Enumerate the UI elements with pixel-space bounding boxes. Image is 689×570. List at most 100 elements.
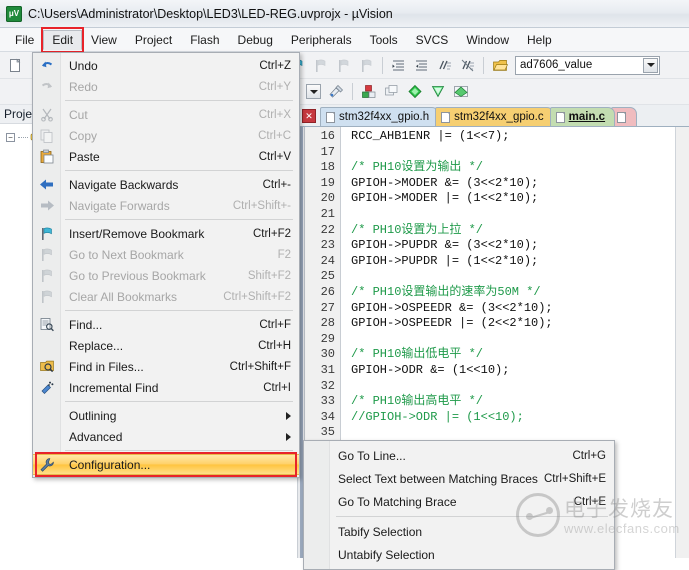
menu-item-label: Go to Previous Bookmark [69,269,206,283]
menu-item-advanced[interactable]: Advanced [33,426,299,447]
menu-item-replace[interactable]: Replace... Ctrl+H [33,335,299,356]
menu-item-cut[interactable]: Cut Ctrl+X [33,104,299,125]
menu-item-label: Redo [69,80,98,94]
advanced-submenu[interactable]: Go To Line... Ctrl+G Select Text between… [303,440,615,570]
line-number: 18 [305,160,335,176]
line-number: 33 [305,394,335,410]
code-line: RCC_AHB1ENR |= (1<<7); [351,129,675,145]
bookmark-next-icon [39,247,55,262]
download-flash-icon[interactable] [450,81,471,102]
menu-svcs[interactable]: SVCS [407,30,458,50]
menu-item-navigate-forwards[interactable]: Navigate Forwards Ctrl+Shift+- [33,195,299,216]
menu-item-shortcut: Ctrl+Shift+F2 [223,291,291,303]
menu-item-shortcut: Ctrl+Shift+F [230,361,291,373]
cut-icon [39,107,55,122]
menu-edit[interactable]: Edit [43,30,82,50]
menu-item-label: Find in Files... [69,360,144,374]
close-icon[interactable]: ✕ [302,109,316,123]
menu-item-label: Advanced [69,430,122,444]
menu-item-shortcut: F2 [278,249,291,261]
menu-item-label: Insert/Remove Bookmark [69,227,204,241]
menu-item-label: Configuration... [69,458,150,472]
menu-item-label: Go to Next Bookmark [69,248,184,262]
submenu-item-select-text-between-matching-braces[interactable]: Select Text between Matching Braces Ctrl… [304,467,614,490]
bookmark-prev-icon [39,268,55,283]
menu-item-label: Replace... [69,339,123,353]
submenu-item-tabify-selection[interactable]: Tabify Selection [304,520,614,543]
translate-file-icon[interactable] [427,81,448,102]
tab-main-c[interactable]: main.c [550,107,615,126]
menu-item-find-in-files[interactable]: Find in Files... Ctrl+Shift+F [33,356,299,377]
indent-icon[interactable] [388,55,409,76]
comment-lines-icon[interactable] [434,55,455,76]
edit-dropdown-menu[interactable]: Undo Ctrl+Z Redo Ctrl+Y Cut Ctrl+X Copy … [32,52,300,478]
build-target-icon[interactable] [358,81,379,102]
bookmark-icon [39,226,55,241]
editor-tabstrip: ✕ stm32f4xx_gpio.h stm32f4xx_gpio.c main… [298,105,689,127]
code-line [351,379,675,395]
tab-label: stm32f4xx_gpio.h [339,111,429,123]
menu-item-copy[interactable]: Copy Ctrl+C [33,125,299,146]
batch-build-icon[interactable] [404,81,425,102]
target-combo[interactable]: ad7606_value [515,56,660,75]
uncomment-lines-icon[interactable] [457,55,478,76]
menu-flash[interactable]: Flash [181,30,228,50]
collapse-toggle-icon[interactable]: − [6,133,15,142]
menu-item-undo[interactable]: Undo Ctrl+Z [33,55,299,76]
menu-window[interactable]: Window [457,30,518,50]
target-options-icon[interactable] [489,55,510,76]
submenu-item-shortcut: Ctrl+Shift+E [544,473,606,485]
line-number: 19 [305,176,335,192]
tab-label: main.c [569,111,605,123]
submenu-item-shortcut: Ctrl+E [574,496,606,508]
menu-item-redo[interactable]: Redo Ctrl+Y [33,76,299,97]
menu-item-go-to-previous-bookmark[interactable]: Go to Previous Bookmark Shift+F2 [33,265,299,286]
manage-components-icon[interactable] [326,81,347,102]
submenu-item-label: Select Text between Matching Braces [338,472,538,486]
menu-separator [65,170,293,171]
menu-item-label: Navigate Forwards [69,199,170,213]
menu-file[interactable]: File [6,30,43,50]
line-number: 26 [305,285,335,301]
menu-project[interactable]: Project [126,30,181,50]
target-combo-value: ad7606_value [520,59,592,71]
dropdown-small-icon[interactable] [303,81,324,102]
menu-item-outlining[interactable]: Outlining [33,405,299,426]
submenu-item-go-to-line[interactable]: Go To Line... Ctrl+G [304,444,614,467]
copy-icon [39,128,55,143]
menu-item-label: Paste [69,150,100,164]
menu-item-shortcut: Ctrl+F2 [253,228,291,240]
outdent-icon[interactable] [411,55,432,76]
find-icon [39,317,55,332]
submenu-item-untabify-selection[interactable]: Untabify Selection [304,543,614,566]
rebuild-all-icon[interactable] [381,81,402,102]
line-number: 32 [305,379,335,395]
menu-item-paste[interactable]: Paste Ctrl+V [33,146,299,167]
menu-item-configuration[interactable]: Configuration... [33,454,299,475]
menu-item-clear-all-bookmarks[interactable]: Clear All Bookmarks Ctrl+Shift+F2 [33,286,299,307]
chevron-down-icon[interactable] [643,58,658,73]
bookmark-prev-icon[interactable] [333,55,354,76]
line-number: 21 [305,207,335,223]
menu-item-shortcut: Shift+F2 [248,270,291,282]
code-line: GPIOH->OSPEEDR |= (2<<2*10); [351,316,675,332]
submenu-item-go-to-matching-brace[interactable]: Go To Matching Brace Ctrl+E [304,490,614,513]
menu-item-insert-remove-bookmark[interactable]: Insert/Remove Bookmark Ctrl+F2 [33,223,299,244]
bookmark-clear-icon[interactable] [356,55,377,76]
bookmark-next-icon[interactable] [310,55,331,76]
tab-stm32f4xx-gpio-c[interactable]: stm32f4xx_gpio.c [435,107,554,126]
menu-debug[interactable]: Debug [229,30,282,50]
menu-tools[interactable]: Tools [361,30,407,50]
menu-item-find[interactable]: Find... Ctrl+F [33,314,299,335]
code-line: /* PH10输出高电平 */ [351,394,675,410]
menu-item-go-to-next-bookmark[interactable]: Go to Next Bookmark F2 [33,244,299,265]
vertical-scrollbar[interactable] [675,127,689,558]
code-line: GPIOH->MODER |= (1<<2*10); [351,191,675,207]
menu-peripherals[interactable]: Peripherals [282,30,361,50]
menu-view[interactable]: View [82,30,126,50]
menu-help[interactable]: Help [518,30,561,50]
menu-item-navigate-backwards[interactable]: Navigate Backwards Ctrl+- [33,174,299,195]
new-file-icon[interactable] [5,55,26,76]
tab-stm32f4xx-gpio-h[interactable]: stm32f4xx_gpio.h [320,107,439,126]
menu-item-incremental-find[interactable]: Incremental Find Ctrl+I [33,377,299,398]
